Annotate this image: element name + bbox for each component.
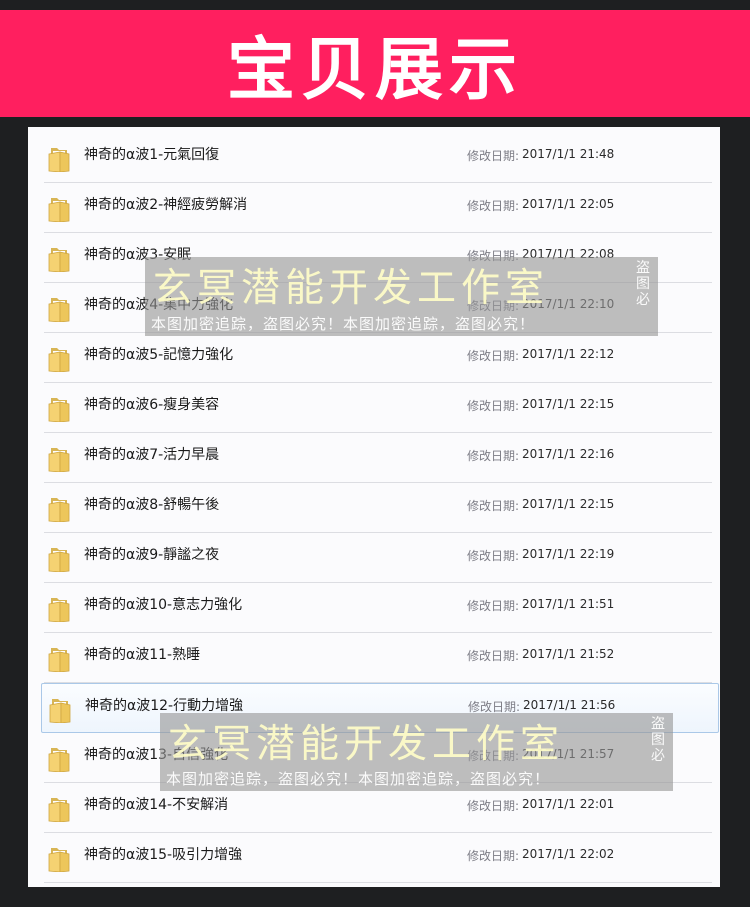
file-row[interactable]: 神奇的α波7-活力早晨 修改日期: 2017/1/1 22:16: [44, 433, 712, 483]
modified-date-label: 修改日期:: [467, 199, 520, 213]
modified-date-value: 2017/1/1 21:48: [522, 147, 615, 161]
folder-icon: [48, 546, 70, 573]
file-name: 神奇的α波6-瘦身美容: [84, 397, 220, 413]
folder-icon: [48, 496, 70, 523]
modified-date-label: 修改日期:: [467, 299, 520, 313]
modified-date-label: 修改日期:: [467, 399, 520, 413]
folder-icon: [48, 196, 70, 223]
file-row[interactable]: 神奇的α波2-神經疲勞解消 修改日期: 2017/1/1 22:05: [44, 183, 712, 233]
folder-icon: [48, 446, 70, 473]
modified-date-value: 2017/1/1 21:52: [522, 647, 615, 661]
modified-date-value: 2017/1/1 22:16: [522, 447, 615, 461]
modified-date-value: 2017/1/1 22:02: [522, 847, 615, 861]
folder-icon: [49, 697, 71, 724]
file-name: 神奇的α波10-意志力強化: [84, 597, 243, 613]
top-strip: [0, 0, 750, 10]
modified-date-label: 修改日期:: [467, 249, 520, 263]
modified-date-label: 修改日期:: [467, 149, 520, 163]
file-row[interactable]: 神奇的α波10-意志力強化 修改日期: 2017/1/1 21:51: [44, 583, 712, 633]
file-name: 神奇的α波4-集中力強化: [84, 297, 234, 313]
file-row[interactable]: 神奇的α波8-舒暢午後 修改日期: 2017/1/1 22:15: [44, 483, 712, 533]
file-name: 神奇的α波14-不安解消: [84, 797, 229, 813]
modified-date-value: 2017/1/1 22:12: [522, 347, 615, 361]
folder-icon: [48, 346, 70, 373]
file-row[interactable]: 神奇的α波14-不安解消 修改日期: 2017/1/1 22:01: [44, 783, 712, 833]
modified-date-label: 修改日期:: [467, 499, 520, 513]
banner-title: 宝贝展示: [226, 31, 523, 110]
file-row[interactable]: 神奇的α波3-安眠 修改日期: 2017/1/1 22:08: [44, 233, 712, 283]
file-name: 神奇的α波12-行動力增強: [85, 698, 244, 714]
file-name: 神奇的α波9-靜謐之夜: [84, 547, 220, 563]
file-name: 神奇的α波7-活力早晨: [84, 447, 220, 463]
modified-date-label: 修改日期:: [467, 849, 520, 863]
file-row[interactable]: 神奇的α波1-元氣回復 修改日期: 2017/1/1 21:48: [44, 133, 712, 183]
modified-date-label: 修改日期:: [467, 349, 520, 363]
modified-date-label: 修改日期:: [467, 599, 520, 613]
banner: 宝贝展示: [0, 10, 750, 117]
modified-date-value: 2017/1/1 21:56: [523, 698, 616, 712]
modified-date-value: 2017/1/1 22:19: [522, 547, 615, 561]
file-name: 神奇的α波5-記憶力強化: [84, 347, 234, 363]
file-row[interactable]: 神奇的α波11-熟睡 修改日期: 2017/1/1 21:52: [44, 633, 712, 683]
folder-icon: [48, 296, 70, 323]
folder-icon: [48, 646, 70, 673]
folder-icon: [48, 796, 70, 823]
modified-date-value: 2017/1/1 21:51: [522, 597, 615, 611]
file-name: 神奇的α波3-安眠: [84, 247, 192, 263]
folder-icon: [48, 596, 70, 623]
folder-icon: [48, 146, 70, 173]
modified-date-label: 修改日期:: [467, 749, 520, 763]
modified-date-value: 2017/1/1 22:15: [522, 497, 615, 511]
modified-date-label: 修改日期:: [467, 549, 520, 563]
file-name: 神奇的α波15-吸引力增強: [84, 847, 243, 863]
modified-date-value: 2017/1/1 22:01: [522, 797, 615, 811]
modified-date-value: 2017/1/1 22:15: [522, 397, 615, 411]
modified-date-value: 2017/1/1 22:05: [522, 197, 615, 211]
file-name: 神奇的α波13-自信強化: [84, 747, 229, 763]
modified-date-value: 2017/1/1 22:10: [522, 297, 615, 311]
file-row[interactable]: 神奇的α波9-靜謐之夜 修改日期: 2017/1/1 22:19: [44, 533, 712, 583]
modified-date-value: 2017/1/1 21:57: [522, 747, 615, 761]
file-row[interactable]: 神奇的α波6-瘦身美容 修改日期: 2017/1/1 22:15: [44, 383, 712, 433]
file-row[interactable]: 神奇的α波13-自信強化 修改日期: 2017/1/1 21:57: [44, 733, 712, 783]
file-list-panel: 神奇的α波1-元氣回復 修改日期: 2017/1/1 21:48 神奇的α波2-神經疲…: [28, 127, 720, 887]
file-row[interactable]: 神奇的α波5-記憶力強化 修改日期: 2017/1/1 22:12: [44, 333, 712, 383]
modified-date-label: 修改日期:: [467, 649, 520, 663]
file-name: 神奇的α波1-元氣回復: [84, 147, 220, 163]
file-row[interactable]: 神奇的α波15-吸引力增強 修改日期: 2017/1/1 22:02: [44, 833, 712, 883]
file-name: 神奇的α波2-神經疲勞解消: [84, 197, 248, 213]
modified-date-label: 修改日期:: [468, 700, 521, 714]
folder-icon: [48, 246, 70, 273]
file-name: 神奇的α波11-熟睡: [84, 647, 201, 663]
file-row[interactable]: 神奇的α波12-行動力增強 修改日期: 2017/1/1 21:56: [41, 683, 719, 733]
file-row[interactable]: 神奇的α波4-集中力強化 修改日期: 2017/1/1 22:10: [44, 283, 712, 333]
folder-icon: [48, 746, 70, 773]
modified-date-label: 修改日期:: [467, 449, 520, 463]
modified-date-label: 修改日期:: [467, 799, 520, 813]
folder-icon: [48, 846, 70, 873]
modified-date-value: 2017/1/1 22:08: [522, 247, 615, 261]
file-name: 神奇的α波8-舒暢午後: [84, 497, 220, 513]
folder-icon: [48, 396, 70, 423]
